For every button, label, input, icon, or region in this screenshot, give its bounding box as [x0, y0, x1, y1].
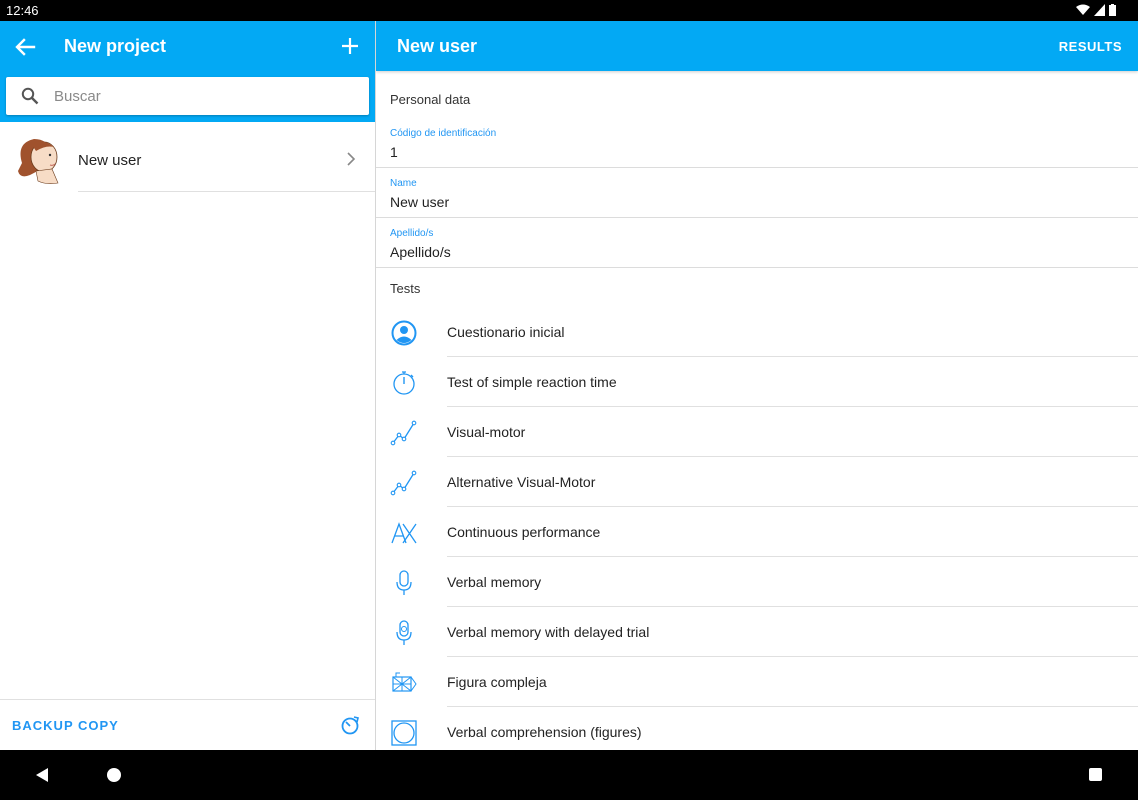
- test-label: Alternative Visual-Motor: [447, 474, 596, 490]
- project-title: New project: [64, 36, 167, 56]
- stopwatch-icon: [393, 371, 415, 395]
- field-label: Name: [390, 178, 417, 189]
- line-graph-icon: [390, 470, 417, 496]
- complex-figure-icon: [392, 672, 417, 692]
- test-item-verbal-comprehension[interactable]: Verbal comprehension (figures): [376, 707, 1138, 750]
- ax-letters-icon: [391, 522, 417, 544]
- tests-header: Tests: [390, 281, 421, 296]
- test-item-cuestionario-inicial[interactable]: Cuestionario inicial: [376, 307, 1138, 357]
- surname-field[interactable]: Apellido/s Apellido/s: [376, 218, 1138, 268]
- back-arrow-icon[interactable]: [12, 35, 38, 59]
- test-item-continuous-performance[interactable]: Continuous performance: [376, 507, 1138, 557]
- test-item-visual-motor[interactable]: Visual-motor: [376, 407, 1138, 457]
- test-item-reaction-time[interactable]: Test of simple reaction time: [376, 357, 1138, 407]
- chevron-right-icon: [347, 152, 356, 166]
- avatar: [18, 139, 59, 184]
- test-label: Verbal memory: [447, 574, 542, 590]
- search-input[interactable]: [54, 77, 354, 115]
- test-item-verbal-memory-delayed[interactable]: Verbal memory with delayed trial: [376, 607, 1138, 657]
- nav-back-icon[interactable]: [35, 768, 49, 782]
- test-item-verbal-memory[interactable]: Verbal memory: [376, 557, 1138, 607]
- footer-divider: [0, 699, 375, 700]
- battery-icon: [1109, 4, 1116, 16]
- user-list-item[interactable]: New user: [0, 129, 375, 191]
- test-label: Test of simple reaction time: [447, 374, 617, 390]
- signal-icon: [1094, 4, 1105, 16]
- test-label: Visual-motor: [447, 424, 526, 440]
- field-value: New user: [390, 194, 450, 210]
- wifi-icon: [1076, 4, 1090, 15]
- nav-home-icon[interactable]: [107, 768, 121, 782]
- user-title: New user: [397, 36, 478, 56]
- user-detail-panel: New user RESULTS Personal data Código de…: [376, 21, 1138, 750]
- user-name-label: New user: [78, 152, 142, 169]
- list-divider: [78, 191, 375, 192]
- project-panel: New project New user BACKUP COPY: [0, 21, 375, 750]
- test-label: Continuous performance: [447, 524, 601, 540]
- status-time: 12:46: [6, 3, 39, 18]
- field-label: Código de identificación: [390, 128, 497, 139]
- user-toolbar: New user RESULTS: [376, 21, 1138, 71]
- account-circle-icon: [391, 320, 417, 346]
- id-code-field[interactable]: Código de identificación 1: [376, 118, 1138, 168]
- backup-copy-button[interactable]: BACKUP COPY: [12, 718, 119, 733]
- add-icon[interactable]: [339, 35, 361, 57]
- test-label: Verbal memory with delayed trial: [447, 624, 650, 640]
- test-item-alternative-visual-motor[interactable]: Alternative Visual-Motor: [376, 457, 1138, 507]
- name-field[interactable]: Name New user: [376, 168, 1138, 218]
- search-icon: [21, 87, 39, 105]
- field-value: Apellido/s: [390, 244, 451, 260]
- test-item-figura-compleja[interactable]: Figura compleja: [376, 657, 1138, 707]
- test-label: Figura compleja: [447, 674, 547, 690]
- results-button[interactable]: RESULTS: [1059, 39, 1122, 54]
- microphone-icon: [396, 570, 412, 595]
- test-label: Verbal comprehension (figures): [447, 724, 642, 740]
- field-label: Apellido/s: [390, 228, 434, 239]
- nav-recents-icon[interactable]: [1089, 768, 1102, 781]
- line-graph-icon: [390, 420, 417, 446]
- status-bar: 12:46: [0, 0, 1138, 21]
- status-icons: [1076, 4, 1116, 16]
- system-nav-bar: [0, 750, 1138, 800]
- personal-data-header: Personal data: [390, 92, 471, 107]
- circle-square-icon: [391, 720, 417, 746]
- test-label: Cuestionario inicial: [447, 324, 565, 340]
- project-toolbar: New project: [0, 21, 375, 122]
- field-value: 1: [390, 144, 398, 160]
- microphone-clock-icon: [396, 620, 412, 645]
- restore-timer-icon[interactable]: [339, 714, 361, 736]
- search-box: [6, 77, 369, 115]
